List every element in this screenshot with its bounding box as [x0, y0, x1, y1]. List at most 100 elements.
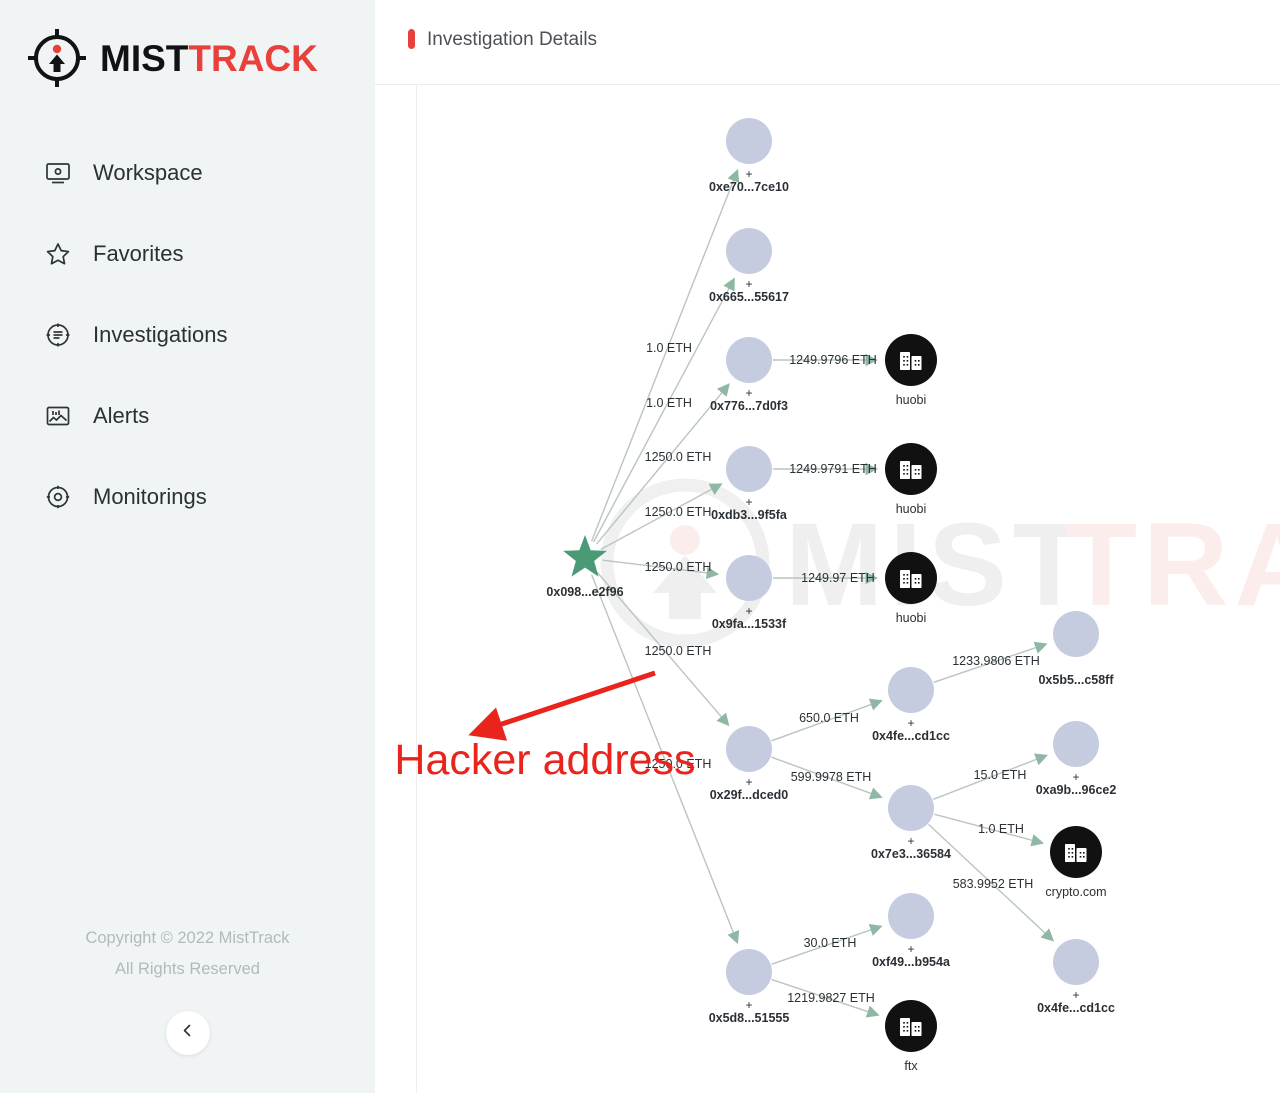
graph-node[interactable]: +0x5d8...51555	[709, 949, 790, 1025]
expand-plus-icon: +	[745, 167, 752, 181]
svg-text:650.0 ETH: 650.0 ETH	[799, 711, 859, 725]
svg-text:1250.0 ETH: 1250.0 ETH	[645, 450, 712, 464]
sidebar-item-favorites[interactable]: Favorites	[0, 229, 375, 279]
expand-plus-icon: +	[907, 834, 914, 848]
expand-plus-icon: +	[745, 277, 752, 291]
graph-node-label: crypto.com	[1045, 885, 1106, 899]
document-target-icon	[45, 322, 71, 348]
sidebar-footer: Copyright © 2022 MistTrack All Rights Re…	[0, 923, 375, 1093]
alert-chart-icon	[45, 403, 71, 429]
graph-node-label: huobi	[896, 393, 927, 407]
graph-node-label: 0xe70...7ce10	[709, 180, 789, 194]
graph-node[interactable]: +0xa9b...96ce2	[1036, 721, 1117, 797]
graph-node[interactable]: huobi	[885, 334, 937, 407]
page-header: Investigation Details	[375, 0, 1280, 85]
logo-text-track: TRACK	[188, 37, 318, 79]
svg-text:1.0 ETH: 1.0 ETH	[646, 341, 692, 355]
sidebar-item-label: Workspace	[93, 160, 203, 185]
sidebar-item-label: Alerts	[93, 403, 150, 428]
svg-text:1233.9806 ETH: 1233.9806 ETH	[952, 654, 1040, 668]
graph-node-label: huobi	[896, 611, 927, 625]
svg-text:1249.97 ETH: 1249.97 ETH	[801, 571, 875, 585]
graph-node[interactable]: +0x9fa...1533f	[712, 555, 787, 631]
app-logo[interactable]: MISTTRACK	[26, 27, 318, 89]
monitor-icon	[45, 160, 71, 186]
graph-node-label: 0x4fe...cd1cc	[1037, 1001, 1115, 1015]
svg-text:MIST: MIST	[785, 499, 1091, 631]
sidebar-nav: Workspace Favorites Investigations Alert…	[0, 148, 375, 553]
svg-text:1250.0 ETH: 1250.0 ETH	[645, 505, 712, 519]
graph-node[interactable]: +0x665...55617	[709, 228, 789, 304]
expand-plus-icon: +	[1072, 770, 1079, 784]
svg-text:583.9952 ETH: 583.9952 ETH	[953, 877, 1034, 891]
transaction-flow-graph[interactable]: MISTTRACK 1.0 ETH 1.0 ETH 1250.0 ETH 1250.0 …	[375, 85, 1280, 1093]
title-accent-bar-icon	[408, 29, 415, 49]
expand-plus-icon: +	[1072, 988, 1079, 1002]
sidebar-item-label: Investigations	[93, 322, 228, 347]
graph-node[interactable]: +0x776...7d0f3	[710, 337, 788, 413]
target-circle-icon	[45, 484, 71, 510]
graph-node-label: 0x9fa...1533f	[712, 617, 787, 631]
graph-node[interactable]: +0x4fe...cd1cc	[872, 667, 950, 743]
graph-node[interactable]: +0xf49...b954a	[872, 893, 951, 969]
sidebar: MISTTRACK Workspace Favorites Investigat…	[0, 0, 375, 1093]
graph-node-label: 0xa9b...96ce2	[1036, 783, 1117, 797]
graph-node[interactable]: +0x4fe...cd1cc	[1037, 939, 1115, 1015]
sidebar-item-investigations[interactable]: Investigations	[0, 310, 375, 360]
sidebar-item-alerts[interactable]: Alerts	[0, 391, 375, 441]
sidebar-collapse-button[interactable]	[165, 1011, 210, 1055]
graph-node-label: 0x5b5...c58ff	[1038, 673, 1114, 687]
svg-text:1219.9827 ETH: 1219.9827 ETH	[787, 991, 875, 1005]
svg-text:TRACK: TRACK	[1065, 499, 1280, 631]
graph-node-label: 0x4fe...cd1cc	[872, 729, 950, 743]
sidebar-item-label: Monitorings	[93, 484, 207, 509]
page-title-row: Investigation Details	[408, 29, 597, 49]
svg-text:30.0 ETH: 30.0 ETH	[804, 936, 857, 950]
graph-canvas[interactable]: MISTTRACK 1.0 ETH 1.0 ETH 1250.0 ETH 1250.0 …	[375, 85, 1280, 1093]
star-icon	[45, 241, 71, 267]
crosshair-person-icon	[26, 27, 88, 89]
svg-text:1.0 ETH: 1.0 ETH	[646, 396, 692, 410]
graph-node-label: 0x7e3...36584	[871, 847, 951, 861]
expand-plus-icon: +	[745, 998, 752, 1012]
svg-text:1249.9791 ETH: 1249.9791 ETH	[789, 462, 877, 476]
expand-plus-icon: +	[907, 716, 914, 730]
graph-node[interactable]: crypto.com	[1045, 826, 1107, 899]
page-title: Investigation Details	[427, 28, 598, 50]
expand-plus-icon: +	[907, 942, 914, 956]
graph-node-label: 0xdb3...9f5fa	[711, 508, 788, 522]
graph-node[interactable]: +0xe70...7ce10	[709, 118, 789, 194]
graph-node-label: ftx	[904, 1059, 918, 1073]
graph-node-label: 0x098...e2f96	[546, 585, 623, 599]
sidebar-item-label: Favorites	[93, 241, 184, 266]
sidebar-item-workspace[interactable]: Workspace	[0, 148, 375, 198]
svg-text:1250.0 ETH: 1250.0 ETH	[645, 757, 712, 771]
rights-text: All Rights Reserved	[115, 960, 260, 978]
app-root: MISTTRACK Workspace Favorites Investigat…	[0, 0, 1280, 1093]
graph-node-label: 0x29f...dced0	[710, 788, 789, 802]
graph-node[interactable]: +0x29f...dced0	[710, 726, 789, 802]
graph-node-label: 0x665...55617	[709, 290, 789, 304]
graph-node-label: huobi	[896, 502, 927, 516]
svg-text:15.0 ETH: 15.0 ETH	[974, 768, 1027, 782]
svg-text:599.9978 ETH: 599.9978 ETH	[791, 770, 872, 784]
graph-node-label: 0x5d8...51555	[709, 1011, 790, 1025]
chevron-left-icon	[180, 1023, 195, 1043]
expand-plus-icon: +	[745, 386, 752, 400]
expand-plus-icon: +	[745, 775, 752, 789]
svg-text:1.0 ETH: 1.0 ETH	[978, 822, 1024, 836]
main-panel: Investigation Details MISTTRACK 1.0 ETH 1.…	[375, 0, 1280, 1093]
app-logo-text: MISTTRACK	[100, 40, 318, 77]
logo-text-mist: MIST	[100, 37, 189, 79]
expand-plus-icon: +	[745, 495, 752, 509]
expand-plus-icon: +	[745, 604, 752, 618]
graph-node-label: 0x776...7d0f3	[710, 399, 788, 413]
svg-text:1249.9796 ETH: 1249.9796 ETH	[789, 353, 877, 367]
svg-text:1250.0 ETH: 1250.0 ETH	[645, 560, 712, 574]
copyright-text: Copyright © 2022 MistTrack	[85, 929, 290, 947]
graph-node[interactable]: ftx	[885, 1000, 937, 1073]
svg-text:1250.0 ETH: 1250.0 ETH	[645, 644, 712, 658]
graph-node-label: 0xf49...b954a	[872, 955, 951, 969]
sidebar-item-monitorings[interactable]: Monitorings	[0, 472, 375, 522]
graph-node[interactable]: +0xdb3...9f5fa	[711, 446, 788, 522]
